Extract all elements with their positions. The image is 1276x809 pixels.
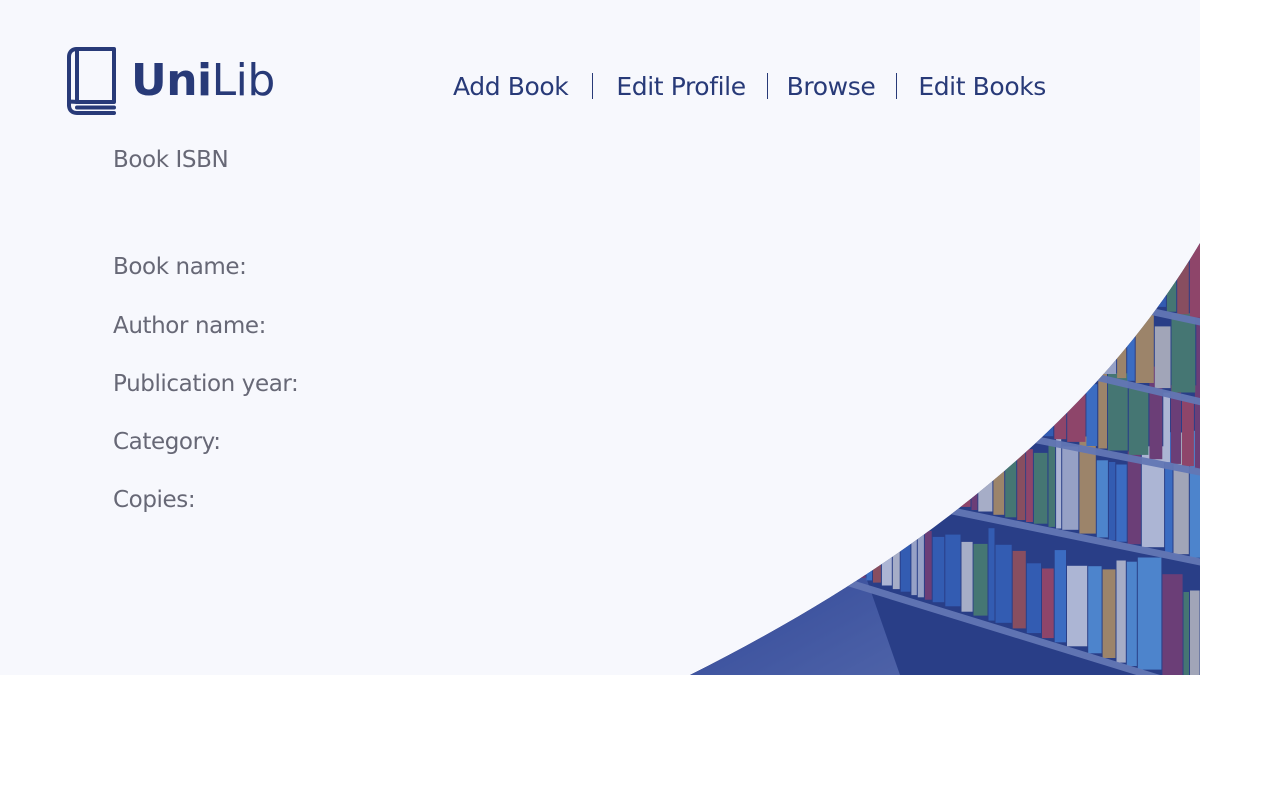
book-spine [948, 353, 959, 417]
book-spine [905, 415, 914, 496]
book-spine [880, 430, 890, 490]
book-spine [1061, 294, 1076, 364]
book-spine [924, 435, 937, 500]
book-spine [1006, 357, 1016, 429]
book-spine [993, 359, 1006, 427]
book-spine [890, 428, 896, 493]
book-isbn-label: Book ISBN [113, 147, 229, 173]
nav-edit-profile-link[interactable]: Edit Profile [616, 72, 746, 101]
book-spine [940, 362, 948, 415]
book-spine [1080, 246, 1086, 290]
brand-name: UniLib [131, 46, 275, 116]
book-name-label: Book name: [113, 254, 247, 280]
nav-divider [592, 73, 594, 99]
book-spine [982, 362, 993, 424]
author-name-label: Author name: [113, 313, 266, 339]
book-spine [945, 418, 957, 505]
book-spine [1109, 246, 1116, 298]
nav-browse-link[interactable]: Browse [787, 72, 876, 101]
brand-name-light: Lib [211, 55, 276, 106]
book-spine [1010, 308, 1021, 350]
book-spine [1040, 379, 1054, 437]
book-spine [1094, 316, 1101, 373]
nav-divider [896, 73, 898, 99]
book-spine [959, 360, 972, 420]
publication-year-label: Publication year: [113, 371, 299, 397]
book-spine [1035, 302, 1042, 357]
book-spine [1130, 245, 1147, 303]
book-spine [1116, 243, 1130, 300]
book-spine [1147, 248, 1166, 307]
main-nav: Add Book Edit Profile Browse Edit Books [453, 66, 1046, 106]
book-spine [937, 422, 945, 503]
book-spine [1021, 304, 1028, 353]
book-icon [67, 47, 116, 115]
brand-name-bold: Uni [131, 55, 212, 106]
book-spine [858, 515, 866, 578]
book-spine [972, 375, 982, 422]
category-label: Category: [113, 429, 221, 455]
book-spine [1042, 310, 1051, 359]
book-spine [914, 438, 924, 498]
book-spine [1097, 246, 1108, 295]
book-spine [1086, 243, 1097, 292]
nav-edit-books-link[interactable]: Edit Books [918, 72, 1046, 101]
book-spine [1023, 365, 1039, 433]
book-spine [1016, 372, 1023, 432]
main-panel: UniLib Add Book Edit Profile Browse Edit… [0, 0, 1200, 675]
book-spine [957, 441, 971, 507]
book-spine [1051, 311, 1061, 361]
unilib-logo[interactable]: UniLib [66, 46, 275, 116]
book-spine [850, 510, 858, 575]
nav-divider [766, 73, 768, 99]
nav-add-book-link[interactable]: Add Book [453, 72, 569, 101]
book-spine [896, 437, 905, 494]
book-spine [1029, 297, 1035, 355]
book-spine [1077, 299, 1093, 368]
copies-label: Copies: [113, 487, 196, 513]
book-spine [866, 505, 872, 581]
